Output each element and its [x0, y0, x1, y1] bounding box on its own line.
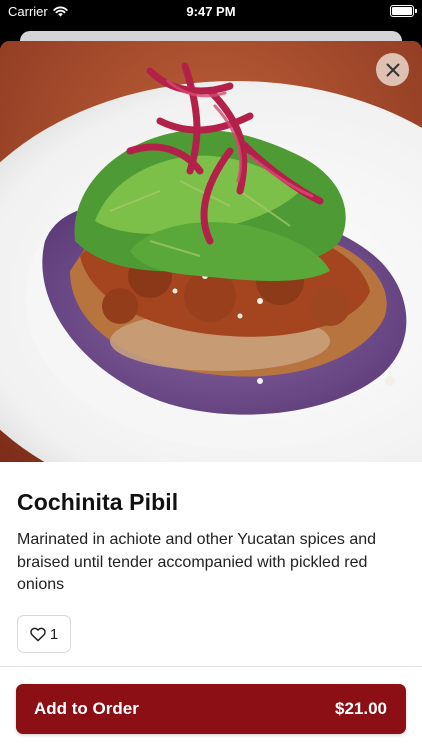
battery-icon	[390, 5, 417, 17]
item-title: Cochinita Pibil	[17, 489, 179, 515]
status-time: 9:47 PM	[186, 4, 236, 19]
like-button[interactable]: 1	[17, 615, 71, 653]
status-bar: Carrier 9:47 PM	[0, 0, 422, 26]
order-price: $21.00	[335, 699, 387, 718]
item-detail-sheet: Cochinita Pibil Marinated in achiote and…	[0, 41, 422, 750]
heart-icon	[30, 627, 46, 641]
add-to-order-label: Add to Order	[34, 699, 139, 718]
close-icon	[386, 63, 399, 76]
add-to-order-button[interactable]: Add to Order $21.00	[16, 684, 406, 734]
like-count: 1	[49, 625, 59, 643]
item-photo	[0, 41, 422, 462]
divider	[0, 666, 422, 667]
close-button[interactable]	[376, 53, 409, 86]
item-info: Cochinita Pibil Marinated in achiote and…	[17, 489, 407, 597]
item-description: Marinated in achiote and other Yucatan s…	[17, 531, 377, 593]
